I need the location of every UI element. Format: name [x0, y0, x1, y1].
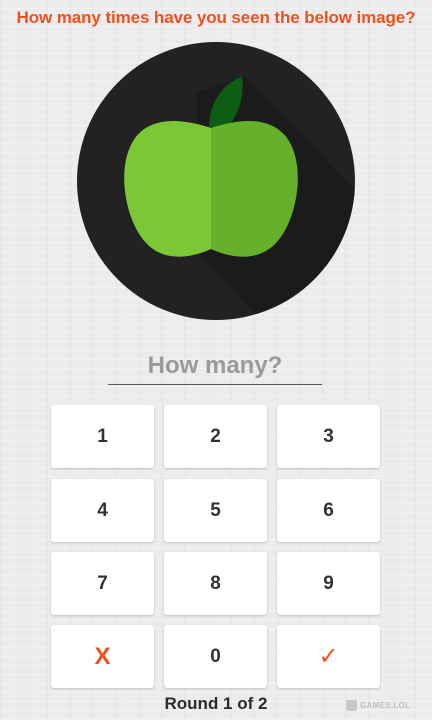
number-keypad: 1 2 3 4 5 6 7 8 9 X 0 ✓ [51, 405, 380, 690]
watermark: GAMES.LOL [346, 700, 410, 711]
games-lol-logo-icon [346, 700, 357, 711]
key-9[interactable]: 9 [277, 552, 380, 615]
key-5[interactable]: 5 [164, 479, 267, 542]
key-8[interactable]: 8 [164, 552, 267, 615]
question-text: How many times have you seen the below i… [16, 8, 416, 27]
key-1[interactable]: 1 [51, 405, 154, 468]
key-3[interactable]: 3 [277, 405, 380, 468]
submit-button[interactable]: ✓ [277, 625, 380, 688]
watermark-text: GAMES.LOL [360, 701, 411, 710]
key-0[interactable]: 0 [164, 625, 267, 688]
answer-field[interactable]: How many? [108, 350, 322, 384]
key-4[interactable]: 4 [51, 479, 154, 542]
target-image [77, 42, 355, 320]
green-apple-icon [124, 76, 355, 320]
key-6[interactable]: 6 [277, 479, 380, 542]
clear-button[interactable]: X [51, 625, 154, 688]
key-2[interactable]: 2 [164, 405, 267, 468]
answer-underline [108, 384, 322, 385]
key-7[interactable]: 7 [51, 552, 154, 615]
